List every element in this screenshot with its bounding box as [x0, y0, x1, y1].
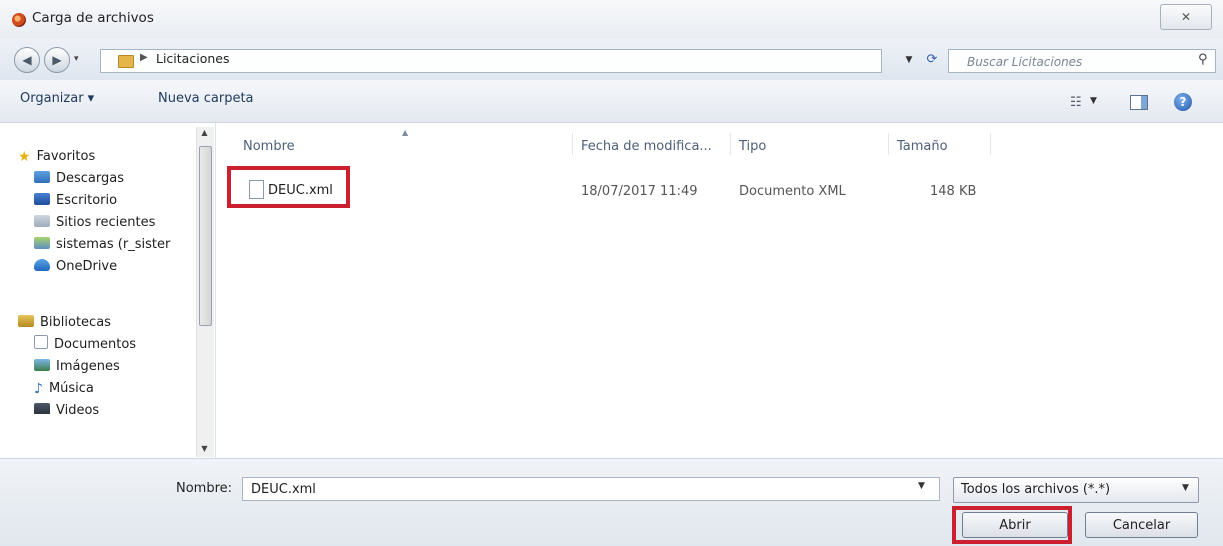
- forward-arrow-icon: ▶: [52, 53, 62, 67]
- nav-bibliotecas[interactable]: Bibliotecas: [18, 312, 111, 334]
- network-drive-icon: [34, 237, 50, 249]
- breadcrumb-chevron-icon[interactable]: ▶: [140, 52, 148, 63]
- recent-locations-dropdown[interactable]: ▾: [74, 54, 79, 64]
- firefox-app-icon: [12, 13, 26, 27]
- file-modified-date: 18/07/2017 11:49: [581, 184, 698, 199]
- libraries-icon: [18, 315, 34, 327]
- scroll-down-icon[interactable]: ▼: [199, 444, 210, 453]
- scroll-up-icon[interactable]: ▲: [199, 128, 210, 137]
- sort-ascending-icon: ▲: [402, 128, 409, 137]
- preview-pane-icon[interactable]: [1130, 95, 1148, 110]
- documents-icon: [34, 335, 48, 349]
- organize-button[interactable]: Organizar ▾: [20, 91, 94, 106]
- close-button[interactable]: ✕: [1160, 4, 1212, 30]
- highlight-box-file: [227, 166, 350, 208]
- refresh-icon[interactable]: ⟳: [922, 50, 942, 70]
- nav-sistemas[interactable]: sistemas (r_sister: [34, 234, 170, 256]
- column-divider[interactable]: [572, 133, 573, 155]
- window-title: Carga de archivos: [32, 10, 154, 26]
- nav-escritorio[interactable]: Escritorio: [34, 190, 117, 212]
- column-divider[interactable]: [888, 133, 889, 155]
- nav-imagenes[interactable]: Imágenes: [34, 356, 120, 378]
- nav-descargas[interactable]: Descargas: [34, 168, 124, 190]
- view-dropdown-icon[interactable]: ▼: [1090, 96, 1097, 106]
- nav-scroll-thumb[interactable]: [199, 146, 212, 326]
- nav-musica[interactable]: ♪ Música: [34, 378, 94, 400]
- file-name-label: Nombre:: [176, 481, 233, 496]
- new-folder-button[interactable]: Nueva carpeta: [158, 91, 254, 106]
- file-type: Documento XML: [739, 184, 846, 199]
- title-bar: [0, 0, 1223, 38]
- column-header-tamano[interactable]: Tamaño: [897, 139, 948, 154]
- column-header-tipo[interactable]: Tipo: [739, 139, 766, 154]
- nav-favorites[interactable]: ★ Favoritos: [18, 146, 95, 168]
- column-divider[interactable]: [990, 133, 991, 155]
- folder-icon: [118, 55, 134, 68]
- back-arrow-icon: ◀: [22, 53, 32, 67]
- view-options-icon[interactable]: ☷: [1070, 95, 1082, 110]
- search-box[interactable]: [948, 49, 1216, 73]
- search-icon[interactable]: ⚲: [1198, 52, 1208, 67]
- pictures-icon: [34, 359, 50, 371]
- nav-sitios-recientes[interactable]: Sitios recientes: [34, 212, 155, 234]
- downloads-folder-icon: [34, 171, 50, 183]
- help-icon[interactable]: ?: [1174, 93, 1192, 111]
- videos-icon: [34, 403, 50, 414]
- address-dropdown-icon[interactable]: ▼: [901, 50, 917, 70]
- cloud-icon: [34, 259, 50, 271]
- recent-places-icon: [34, 215, 50, 227]
- nav-videos[interactable]: Videos: [34, 400, 99, 414]
- desktop-icon: [34, 193, 50, 205]
- file-size: 148 KB: [930, 184, 977, 199]
- nav-onedrive[interactable]: OneDrive: [34, 256, 117, 278]
- star-icon: ★: [18, 149, 31, 165]
- search-input[interactable]: [965, 52, 1189, 72]
- file-name-input[interactable]: [242, 477, 940, 501]
- filter-dropdown-icon[interactable]: ▼: [1182, 483, 1189, 493]
- forward-button[interactable]: ▶: [44, 47, 70, 73]
- nav-documentos[interactable]: Documentos: [34, 334, 136, 356]
- back-button[interactable]: ◀: [14, 47, 40, 73]
- cancel-button[interactable]: Cancelar: [1085, 512, 1198, 538]
- column-header-fecha[interactable]: Fecha de modifica...: [581, 139, 712, 154]
- highlight-box-open: [952, 506, 1072, 544]
- file-name-dropdown-icon[interactable]: ▼: [918, 481, 925, 491]
- file-type-filter-value: Todos los archivos (*.*): [961, 482, 1111, 497]
- file-list: [216, 123, 1223, 458]
- column-divider[interactable]: [730, 133, 731, 155]
- music-icon: ♪: [34, 381, 43, 397]
- breadcrumb-licitaciones[interactable]: Licitaciones: [156, 51, 229, 66]
- column-header-nombre[interactable]: Nombre: [243, 139, 295, 154]
